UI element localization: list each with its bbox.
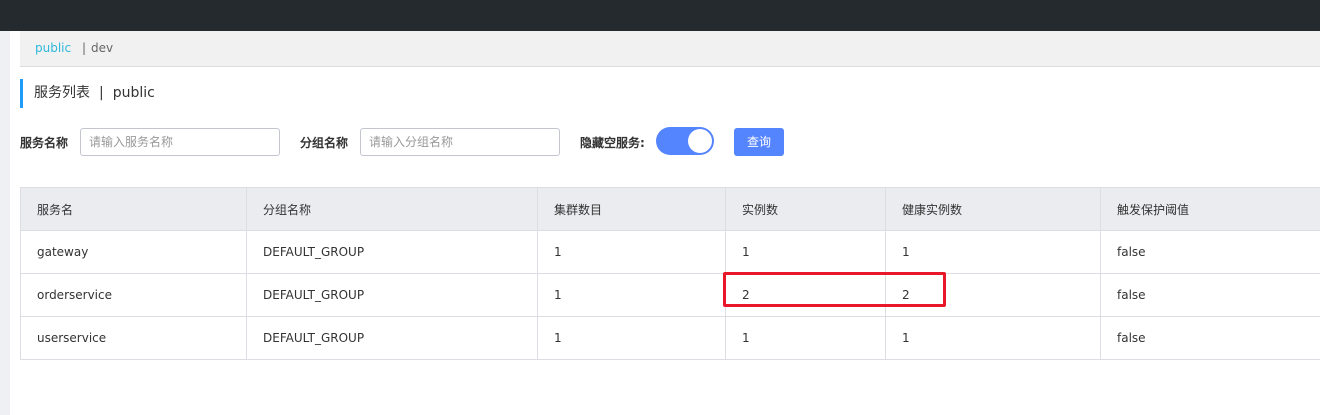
namespace-separator: | bbox=[82, 41, 87, 55]
group-name-input[interactable] bbox=[360, 128, 560, 156]
cell-group-name: DEFAULT_GROUP bbox=[246, 230, 538, 274]
left-sidebar-edge bbox=[0, 31, 10, 415]
column-header-service-name: 服务名 bbox=[20, 187, 247, 231]
cell-group-name: DEFAULT_GROUP bbox=[246, 273, 538, 317]
cell-healthy-instance-count: 1 bbox=[885, 230, 1101, 274]
service-name-label: 服务名称 bbox=[20, 136, 69, 150]
table-header-row: 服务名 分组名称 集群数目 实例数 健康实例数 触发保护阈值 bbox=[20, 187, 1320, 231]
query-button[interactable]: 查询 bbox=[734, 128, 784, 156]
page-title-text: 服务列表 bbox=[34, 85, 90, 101]
cell-cluster-count: 1 bbox=[537, 230, 726, 274]
service-name-input[interactable] bbox=[80, 128, 280, 156]
cell-service-name: userservice bbox=[20, 316, 247, 360]
cell-group-name: DEFAULT_GROUP bbox=[246, 316, 538, 360]
table-row: gateway DEFAULT_GROUP 1 1 1 false bbox=[20, 230, 1320, 274]
toggle-knob bbox=[688, 129, 712, 153]
namespace-dev-link[interactable]: dev bbox=[91, 31, 113, 66]
column-header-healthy-instance-count: 健康实例数 bbox=[885, 187, 1101, 231]
cell-cluster-count: 1 bbox=[537, 273, 726, 317]
table-row: userservice DEFAULT_GROUP 1 1 1 false bbox=[20, 316, 1320, 360]
namespace-bar: public | dev bbox=[20, 31, 1320, 67]
cell-protect-threshold: false bbox=[1100, 273, 1320, 317]
cell-service-name: orderservice bbox=[20, 273, 247, 317]
cell-cluster-count: 1 bbox=[537, 316, 726, 360]
service-table: 服务名 分组名称 集群数目 实例数 健康实例数 触发保护阈值 gateway D… bbox=[20, 187, 1320, 360]
column-header-protect-threshold: 触发保护阈值 bbox=[1100, 187, 1320, 231]
cell-instance-count: 2 bbox=[725, 273, 886, 317]
page-title-separator: | bbox=[99, 85, 104, 101]
cell-instance-count: 1 bbox=[725, 316, 886, 360]
cell-healthy-instance-count: 1 bbox=[885, 316, 1101, 360]
top-navigation-bar bbox=[0, 0, 1320, 31]
column-header-group-name: 分组名称 bbox=[246, 187, 538, 231]
namespace-public-link[interactable]: public bbox=[35, 31, 71, 66]
cell-service-name: gateway bbox=[20, 230, 247, 274]
cell-protect-threshold: false bbox=[1100, 316, 1320, 360]
page-title-namespace: public bbox=[112, 85, 155, 101]
cell-healthy-instance-count: 2 bbox=[885, 273, 1101, 317]
hide-empty-services-label: 隐藏空服务: bbox=[580, 136, 645, 150]
page-title: 服务列表 | public bbox=[20, 79, 155, 108]
table-row: orderservice DEFAULT_GROUP 1 2 2 false bbox=[20, 273, 1320, 317]
cell-instance-count: 1 bbox=[725, 230, 886, 274]
column-header-cluster-count: 集群数目 bbox=[537, 187, 726, 231]
hide-empty-services-toggle[interactable] bbox=[656, 127, 714, 155]
group-name-label: 分组名称 bbox=[300, 136, 349, 150]
column-header-instance-count: 实例数 bbox=[725, 187, 886, 231]
cell-protect-threshold: false bbox=[1100, 230, 1320, 274]
